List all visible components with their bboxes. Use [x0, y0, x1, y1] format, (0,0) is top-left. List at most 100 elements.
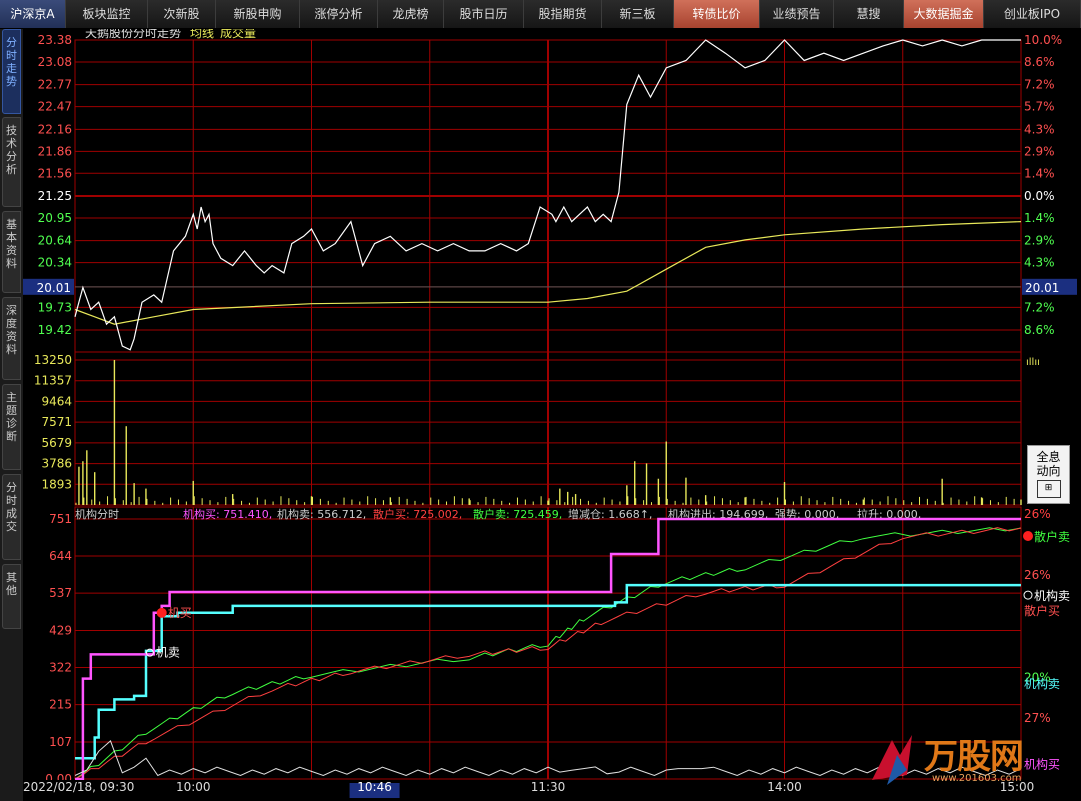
top-tab-4[interactable]: 涨停分析 — [300, 0, 378, 28]
price-tick-label: 21.25 — [38, 189, 72, 203]
percent-tick-label: 8.6% — [1024, 55, 1055, 69]
top-tab-3[interactable]: 新股申购 — [216, 0, 300, 28]
chart-title: 天鹅股份分时走势 — [85, 29, 181, 40]
volume-tick-label: 7571 — [41, 415, 72, 429]
top-tab-7[interactable]: 股指期货 — [524, 0, 602, 28]
volume-tick-label: 3786 — [41, 457, 72, 471]
top-menu-bar: 沪深京A 板块监控 次新股 新股申购 涨停分析 龙虎榜 股市日历 股指期货 新三板 转债比价 业绩预… — [0, 0, 1081, 28]
inst-header-inst_buy: 机构买: 751.410, — [183, 507, 272, 521]
percent-tick-label: 0.0% — [1024, 189, 1055, 203]
percent-tick-label: 7.2% — [1024, 300, 1055, 314]
inst-tick-label: 322 — [49, 661, 72, 675]
side-tab-2[interactable]: 基本资料 — [2, 211, 21, 293]
inst-right-tick: 27% — [1024, 711, 1051, 725]
inst-header-inst_sell: 机构卖: 556.712, — [277, 507, 366, 521]
inst-tick-label: 107 — [49, 735, 72, 749]
side-tab-1[interactable]: 技术分析 — [2, 117, 21, 207]
top-tab-6[interactable]: 股市日历 — [444, 0, 524, 28]
cursor-price-left: 20.01 — [37, 281, 71, 295]
top-tab-8[interactable]: 新三板 — [602, 0, 674, 28]
inst-right-tick: 26% — [1024, 507, 1051, 521]
top-tab-5[interactable]: 龙虎榜 — [378, 0, 444, 28]
price-tick-label: 21.56 — [38, 166, 72, 180]
inst-header-retail_sell: 散户卖: 725.459, — [473, 507, 562, 521]
right-label-inst-sell: 机构卖 — [1034, 588, 1070, 603]
right-label-retail-buy: 散户买 — [1024, 603, 1060, 618]
price-tick-label: 22.16 — [38, 122, 72, 136]
quick-button-line2: 动向 — [1036, 464, 1061, 478]
percent-tick-label: 8.6% — [1024, 323, 1055, 337]
cursor-price-right: 20.01 — [1025, 281, 1059, 295]
watermark-url: www.201603.com — [932, 773, 1022, 784]
watermark-text: 万股网 — [924, 737, 1024, 777]
volume-right-mark: ıllıı — [1026, 357, 1040, 368]
inst-tick-label: 537 — [49, 586, 72, 600]
inst-tick-label: 751 — [49, 512, 72, 526]
top-tab-11[interactable]: 慧搜 — [834, 0, 904, 28]
volume-tick-label: 1893 — [41, 477, 72, 491]
retail-sell-dot — [1023, 531, 1033, 542]
inst-header-pos_change: 增减仓: 1.668↑, — [568, 507, 652, 521]
top-tab-0[interactable]: 沪深京A — [0, 0, 66, 28]
watermark-logo: 万股网 www.201603.com — [862, 725, 1072, 795]
top-tab-9[interactable]: 转债比价 — [674, 0, 760, 28]
percent-tick-label: 2.9% — [1024, 144, 1055, 158]
right-label-retail-sell: 散户卖 — [1034, 529, 1070, 544]
inst-tick-label: 215 — [49, 698, 72, 712]
right-label-inst-sell-2: 机构卖 — [1024, 676, 1060, 691]
avg-label: 均线 — [190, 29, 214, 40]
side-tab-3[interactable]: 深度资料 — [2, 297, 21, 380]
percent-tick-label: 4.3% — [1024, 256, 1055, 270]
percent-tick-label: 5.7% — [1024, 100, 1055, 114]
price-tick-label: 23.38 — [38, 33, 72, 47]
time-axis-label: 14:00 — [767, 780, 802, 794]
left-side-tabs: 分时走势技术分析基本资料深度资料主题诊断分时成交其他 — [0, 29, 23, 801]
side-tab-4[interactable]: 主题诊断 — [2, 384, 21, 470]
quick-holographic-button[interactable]: 全息 动向 ⊞ — [1027, 445, 1070, 504]
inst-header-retail_buy: 散户买: 725.002, — [373, 507, 462, 521]
inst-buy-marker-label: 机买 — [168, 606, 192, 620]
volume-label: 成交量 — [220, 29, 256, 40]
top-tab-1[interactable]: 板块监控 — [66, 0, 148, 28]
chart-area: 23.38 23.08 22.77 22.47 22.16 21.86 21.56 21.25… — [23, 29, 1081, 801]
percent-tick-label: 4.3% — [1024, 122, 1055, 136]
time-axis-label: 11:30 — [531, 780, 566, 794]
time-cursor-label: 10:46 — [357, 780, 392, 794]
volume-tick-label: 13250 — [34, 353, 72, 367]
price-tick-label: 19.42 — [38, 323, 72, 337]
top-tab-13[interactable]: 创业板IPO — [984, 0, 1081, 28]
side-tab-5[interactable]: 分时成交 — [2, 474, 21, 560]
logo-arrow-icon — [872, 735, 912, 785]
price-tick-label: 20.64 — [38, 234, 72, 248]
inst-right-tick: 26% — [1024, 568, 1051, 582]
inst-buy-marker — [156, 607, 167, 618]
price-tick-label: 20.95 — [38, 211, 72, 225]
percent-tick-label: 7.2% — [1024, 78, 1055, 92]
inst-sell-dot — [1023, 590, 1033, 600]
top-tab-2[interactable]: 次新股 — [148, 0, 216, 28]
price-tick-label: 22.77 — [38, 78, 72, 92]
inst-sell-marker-label: 机卖 — [156, 646, 180, 660]
price-tick-label: 23.08 — [38, 55, 72, 69]
top-tab-10[interactable]: 业绩预告 — [760, 0, 834, 28]
volume-tick-label: 9464 — [41, 394, 72, 408]
top-tab-12[interactable]: 大数据掘金 — [904, 0, 984, 28]
flow-icon: ⊞ — [1036, 480, 1061, 498]
price-tick-label: 19.73 — [38, 300, 72, 314]
time-axis-datetime: 2022/02/18, 09:30 — [23, 780, 134, 794]
price-tick-label: 22.47 — [38, 100, 72, 114]
inst-tick-label: 429 — [49, 623, 72, 637]
side-tab-6[interactable]: 其他 — [2, 564, 21, 629]
inst-header-name: 机构分时 — [75, 507, 119, 521]
inst-tick-label: 644 — [49, 549, 72, 563]
price-tick-label: 20.34 — [38, 256, 72, 270]
percent-tick-label: 1.4% — [1024, 211, 1055, 225]
time-axis-label: 10:00 — [176, 780, 211, 794]
side-tab-0[interactable]: 分时走势 — [2, 29, 21, 114]
volume-tick-label: 5679 — [41, 436, 72, 450]
quick-button-line1: 全息 — [1036, 450, 1061, 464]
percent-tick-label: 2.9% — [1024, 234, 1055, 248]
percent-tick-label: 1.4% — [1024, 166, 1055, 180]
volume-tick-label: 11357 — [34, 374, 72, 388]
price-tick-label: 21.86 — [38, 144, 72, 158]
